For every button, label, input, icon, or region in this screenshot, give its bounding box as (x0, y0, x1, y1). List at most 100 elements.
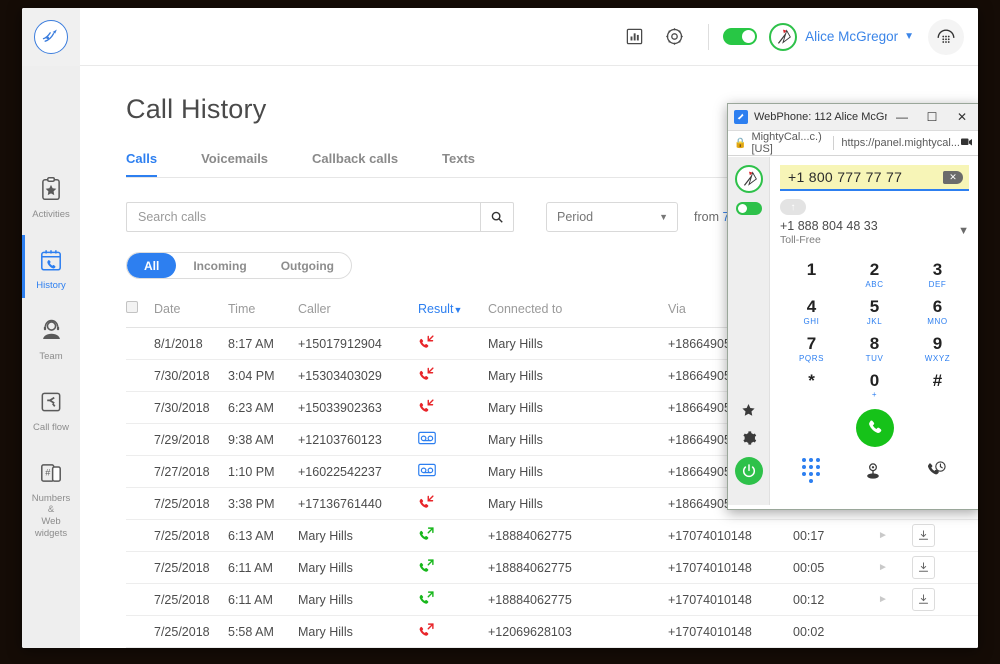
dialpad-icon[interactable] (928, 18, 964, 55)
th-result[interactable]: Result▼ (418, 302, 488, 316)
tab-calls[interactable]: Calls (126, 151, 158, 177)
tab-voicemails[interactable]: Voicemails (201, 151, 268, 177)
sidebar-item-numbers-web-widgets[interactable]: # Numbers & Web widgets (22, 444, 80, 551)
cell-date: 7/27/2018 (154, 464, 210, 479)
contacts-icon[interactable] (863, 461, 883, 481)
th-connected-to[interactable]: Connected to (488, 302, 668, 316)
browser-window: Alice McGregor ▼ Activities History Team… (22, 8, 978, 648)
lock-icon: 🔒 (734, 137, 747, 149)
th-date[interactable]: Date (154, 302, 228, 316)
cell-caller: +15033902363 (298, 400, 382, 415)
bar-chart-icon[interactable] (614, 17, 654, 57)
webphone-rail (728, 157, 770, 505)
download-cell[interactable] (903, 524, 943, 547)
download-icon[interactable] (911, 588, 935, 611)
select-all-checkbox[interactable] (126, 301, 154, 316)
arrow-up-icon[interactable]: ↑ (780, 199, 806, 215)
download-cell[interactable] (903, 556, 943, 579)
cell-caller: Mary Hills (298, 624, 353, 639)
dialpad-key-0[interactable]: 0 + (843, 367, 906, 404)
webphone-urlbar[interactable]: 🔒 MightyCal...c.) [US] https://panel.mig… (728, 131, 978, 156)
close-icon[interactable]: ✕ (947, 105, 977, 130)
key-digit: 6 (932, 296, 943, 316)
cell-caller: +17136761440 (298, 496, 382, 511)
settings-gear-icon[interactable] (741, 430, 757, 446)
sidebar-item-call-flow[interactable]: Call flow (22, 373, 80, 444)
dialpad-key-6[interactable]: 6 MNO (906, 293, 969, 330)
mightycall-logo-icon[interactable] (34, 19, 68, 54)
chevron-down-icon[interactable]: ▼ (904, 31, 914, 42)
dialpad-key-5[interactable]: 5 JKL (843, 293, 906, 330)
webphone-titlebar[interactable]: WebPhone: 112 Alice McGregor... — ☐ ✕ (728, 104, 978, 131)
search-group (126, 202, 514, 232)
segment-outgoing[interactable]: Outgoing (264, 253, 351, 278)
download-cell[interactable] (903, 588, 943, 611)
dialpad-key-1[interactable]: 1 (780, 256, 843, 293)
dialpad-key-4[interactable]: 4 GHI (780, 293, 843, 330)
tab-texts[interactable]: Texts (442, 151, 475, 177)
dialpad-key-star[interactable]: * (780, 367, 843, 404)
webphone-status-toggle[interactable] (735, 202, 762, 215)
dialpad-icon[interactable] (801, 458, 820, 484)
dial-display[interactable]: +1 800 777 77 77 ✕ (780, 165, 969, 191)
segment-all[interactable]: All (127, 253, 177, 278)
caller-id-selector[interactable]: +1 888 804 48 33 Toll-Free ▼ (780, 219, 969, 246)
cell-via: +17074010148 (668, 560, 752, 575)
gear-icon[interactable] (654, 17, 694, 57)
dialpad-key-2[interactable]: 2 ABC (843, 256, 906, 293)
dialpad-key-hash[interactable]: # (906, 367, 969, 404)
chevron-down-icon[interactable]: ▼ (958, 219, 969, 237)
dialpad-key-3[interactable]: 3 DEF (906, 256, 969, 293)
backspace-icon[interactable]: ✕ (943, 170, 963, 184)
webphone-main: +1 800 777 77 77 ✕ ↑ +1 888 804 48 33 To… (770, 157, 978, 505)
th-result-label: Result (418, 301, 454, 316)
cell-caller: +15303403029 (298, 368, 382, 383)
play-button[interactable]: ► (863, 562, 903, 573)
download-icon[interactable] (911, 524, 935, 547)
play-icon[interactable]: ► (878, 562, 888, 573)
table-row[interactable]: 7/25/2018 6:11 AM Mary Hills +18884062775 +1… (126, 584, 978, 616)
cell-time: 9:38 AM (228, 432, 274, 447)
maximize-button[interactable]: ☐ (917, 105, 947, 130)
webphone-avatar[interactable] (734, 165, 763, 193)
power-icon[interactable] (734, 457, 763, 485)
dialpad-key-8[interactable]: 8 TUV (843, 330, 906, 367)
search-input[interactable] (126, 202, 480, 232)
sidebar-item-team[interactable]: Team (22, 302, 80, 373)
sidebar-item-activities[interactable]: Activities (22, 160, 80, 231)
play-button[interactable]: ► (863, 594, 903, 605)
cell-caller: +15017912904 (298, 336, 382, 351)
search-button[interactable] (480, 202, 514, 232)
sidebar-item-history[interactable]: History (22, 231, 80, 302)
play-icon[interactable]: ► (878, 594, 888, 605)
availability-toggle[interactable] (723, 28, 758, 45)
cell-duration: 00:05 (793, 560, 825, 575)
table-row[interactable]: 7/25/2018 6:13 AM Mary Hills +18884062775 +1… (126, 520, 978, 552)
user-name[interactable]: Alice McGregor (805, 29, 898, 44)
key-letters (780, 280, 843, 289)
favorites-star-icon[interactable] (740, 402, 757, 419)
tab-callback-calls[interactable]: Callback calls (312, 151, 398, 177)
avatar[interactable] (769, 22, 798, 51)
media-cast-icon[interactable] (960, 137, 973, 150)
key-letters: MNO (927, 316, 948, 326)
phone-call-icon[interactable] (855, 409, 894, 448)
minimize-button[interactable]: — (887, 105, 917, 130)
th-caller[interactable]: Caller (298, 302, 418, 316)
table-row[interactable]: 7/25/2018 5:58 AM Mary Hills +12069628103 +1… (126, 616, 978, 648)
segment-incoming[interactable]: Incoming (176, 253, 263, 278)
numbers-line-2: & (47, 504, 55, 516)
download-icon[interactable] (911, 556, 935, 579)
cell-time: 8:17 AM (228, 336, 274, 351)
missed-incoming-call-icon (418, 494, 488, 514)
play-icon[interactable]: ► (878, 530, 888, 541)
th-time[interactable]: Time (228, 302, 298, 316)
dialpad-key-7[interactable]: 7 PQRS (780, 330, 843, 367)
play-button[interactable]: ► (863, 530, 903, 541)
dialpad-key-9[interactable]: 9 WXYZ (906, 330, 969, 367)
cell-caller: Mary Hills (298, 528, 353, 543)
call-history-icon[interactable] (926, 460, 947, 481)
cell-time: 6:23 AM (228, 400, 274, 415)
period-select[interactable]: Period ▼ (546, 202, 678, 232)
table-row[interactable]: 7/25/2018 6:11 AM Mary Hills +18884062775 +1… (126, 552, 978, 584)
